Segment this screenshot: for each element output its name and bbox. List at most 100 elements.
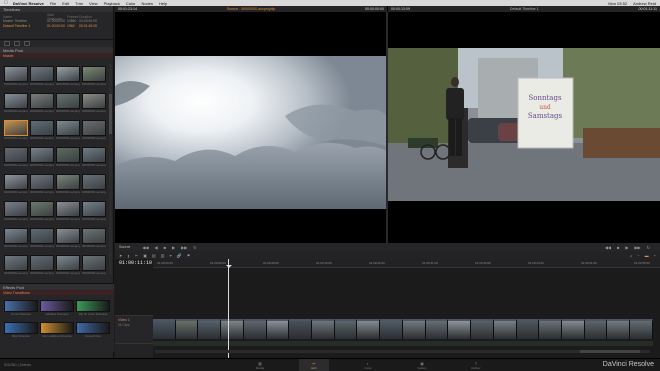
timeline-clip[interactable] [584, 319, 608, 339]
table-row[interactable]: Default Timeline 1 01:00:00:00 1960 00:0… [3, 23, 110, 28]
media-clip-thumbnail[interactable]: 00000000.avcprojclip [30, 147, 54, 169]
record-loop-icon[interactable]: ↻ [647, 245, 650, 250]
media-clip-thumbnail[interactable]: 00000000.avcprojclip [4, 174, 28, 196]
link-icon[interactable]: 🔗 [177, 253, 182, 258]
playhead-handle[interactable] [226, 265, 232, 268]
record-viewer-image[interactable]: Sonntags und Samstags [388, 48, 660, 201]
media-clip-thumbnail[interactable]: 00000000.avcprojclip [56, 228, 80, 250]
media-clip-thumbnail[interactable]: 00000000.avcprojclip [82, 120, 106, 142]
page-tab-color[interactable]: ◐ Color [353, 359, 383, 371]
timeline-clip[interactable] [402, 319, 426, 339]
timeline-clip[interactable] [425, 319, 449, 339]
zoom-in-icon[interactable]: + [654, 253, 656, 258]
audio-track-header[interactable] [115, 343, 153, 358]
timeline-scrollbar[interactable] [155, 350, 650, 353]
media-clip-thumbnail[interactable]: 00000000.avcprojclip [56, 201, 80, 223]
record-stop-icon[interactable]: ■ [617, 245, 619, 250]
transition-item[interactable]: Dip To Color Dissolve [76, 300, 110, 317]
transition-item[interactable]: Cross Dissolve [4, 300, 38, 317]
timeline-clip[interactable] [516, 319, 540, 339]
video-track-header[interactable]: Video 1 26 Clips [115, 315, 153, 343]
menu-help[interactable]: Help [159, 1, 167, 6]
timeline-clip[interactable] [334, 319, 358, 339]
media-clip-thumbnail[interactable]: 00000000.avcprojclip [56, 174, 80, 196]
zoom-out-icon[interactable]: − [637, 253, 639, 258]
page-tab-media[interactable]: ▦ Media [245, 359, 275, 371]
media-pool-scrollbar[interactable] [109, 64, 112, 274]
media-clip-thumbnail[interactable]: 00000000.avcprojclip [30, 174, 54, 196]
media-clip-thumbnail[interactable]: 00000000.avcprojclip [30, 120, 54, 142]
media-clip-thumbnail[interactable]: 00000000.avcprojclip [56, 93, 80, 115]
audio-icon[interactable]: ♫ [629, 253, 632, 258]
menu-playback[interactable]: Playback [104, 1, 120, 6]
source-label[interactable]: Source [119, 245, 130, 249]
source-viewer-image[interactable] [115, 56, 386, 209]
transition-item[interactable]: Blur Dissolve [4, 322, 38, 339]
transition-item[interactable]: Smooth Cut [76, 322, 110, 339]
media-clip-thumbnail[interactable]: 00000000.avcprojclip [30, 255, 54, 277]
timeline-name[interactable]: Default Timeline 1 [510, 7, 539, 11]
record-next-icon[interactable]: ▶▶ [634, 245, 640, 250]
media-clip-thumbnail[interactable]: 00000000.avcprojclip [4, 120, 28, 142]
jog-left-icon[interactable]: ◀◀ [142, 245, 148, 250]
media-clip-thumbnail[interactable]: 00000000.avcprojclip [4, 147, 28, 169]
timeline-clip[interactable] [243, 319, 267, 339]
media-clip-thumbnail[interactable]: 00000000.avcprojclip [56, 255, 80, 277]
table-row[interactable]: Master Timeline 01:00:00:00 10860 00:03:… [3, 18, 110, 23]
media-clip-thumbnail[interactable]: 00000000.avcprojclip [4, 228, 28, 250]
playhead[interactable] [228, 259, 229, 358]
menu-view[interactable]: View [89, 1, 98, 6]
loop-icon[interactable]: ↻ [193, 245, 196, 250]
media-clip-thumbnail[interactable]: 00000000.avcprojclip [82, 255, 106, 277]
media-clip-thumbnail[interactable]: 00000000.avcprojclip [4, 93, 28, 115]
media-clip-thumbnail[interactable]: 00000000.avcprojclip [30, 66, 54, 88]
timeline-clip[interactable] [266, 319, 290, 339]
media-clip-thumbnail[interactable]: 00000000.avcprojclip [82, 201, 106, 223]
zoom-slider-icon[interactable]: ▬ [645, 253, 649, 258]
menu-nodes[interactable]: Nodes [141, 1, 153, 6]
page-tab-gallery[interactable]: ▣ Gallery [407, 359, 437, 371]
stop-icon[interactable]: ■ [164, 245, 166, 250]
menu-color[interactable]: Color [126, 1, 136, 6]
source-clip-name[interactable]: Source - 00000000.avcprojclip [227, 7, 276, 11]
media-clip-thumbnail[interactable]: 00000000.avcprojclip [56, 66, 80, 88]
media-clip-thumbnail[interactable]: 00000000.avcprojclip [30, 93, 54, 115]
play-icon[interactable]: ▶ [172, 245, 175, 250]
effects-section[interactable]: Video Transitions [0, 290, 114, 295]
timeline-scrollbar-thumb[interactable] [580, 350, 640, 353]
timeline-clip[interactable] [539, 319, 562, 339]
timeline-clip[interactable] [630, 319, 653, 339]
timeline-clip[interactable] [357, 319, 381, 339]
media-clip-thumbnail[interactable]: 00000000.avcprojclip [82, 228, 106, 250]
media-clip-thumbnail[interactable]: 00000000.avcprojclip [82, 174, 106, 196]
timeline-clip[interactable] [221, 319, 244, 339]
blade-tool-icon[interactable]: ✂ [135, 253, 138, 258]
timeline-clip[interactable] [153, 319, 176, 339]
media-clip-thumbnail[interactable]: 00000000.avcprojclip [4, 255, 28, 277]
next-frame-icon[interactable]: ▶▶ [181, 245, 187, 250]
timeline-clip[interactable] [493, 319, 517, 339]
insert-clip-icon[interactable]: ▣ [143, 253, 147, 258]
timeline-clip[interactable] [175, 319, 199, 339]
timeline-clip[interactable] [380, 319, 403, 339]
record-prev-icon[interactable]: ◀◀ [605, 245, 611, 250]
media-clip-thumbnail[interactable]: 00000000.avcprojclip [4, 66, 28, 88]
transition-item[interactable]: Additive Dissolve [40, 300, 74, 317]
menu-edit[interactable]: Edit [62, 1, 69, 6]
record-play-icon[interactable]: ▶ [625, 245, 628, 250]
timeline-clip[interactable] [561, 319, 585, 339]
add-bin-button[interactable] [4, 41, 10, 46]
selection-tool-icon[interactable]: ➤ [119, 253, 122, 258]
media-clip-thumbnail[interactable]: 00000000.avcprojclip [56, 147, 80, 169]
timeline-clip[interactable] [471, 319, 494, 339]
media-clip-thumbnail[interactable]: 00000000.avcprojclip [82, 147, 106, 169]
bin-label[interactable]: Master [0, 53, 113, 58]
timeline-clip[interactable] [198, 319, 222, 339]
timeline[interactable]: 01:00:11:10 01:00:00:00 01:00:05:00 01:00:… [115, 259, 660, 358]
flag-icon[interactable]: ⚑ [187, 253, 191, 258]
menu-trim[interactable]: Trim [75, 1, 83, 6]
replace-clip-icon[interactable]: ▥ [161, 253, 165, 258]
page-tab-edit[interactable]: ✂ Edit [299, 359, 329, 371]
media-clip-thumbnail[interactable]: 00000000.avcprojclip [82, 93, 106, 115]
media-clip-thumbnail[interactable]: 00000000.avcprojclip [30, 228, 54, 250]
